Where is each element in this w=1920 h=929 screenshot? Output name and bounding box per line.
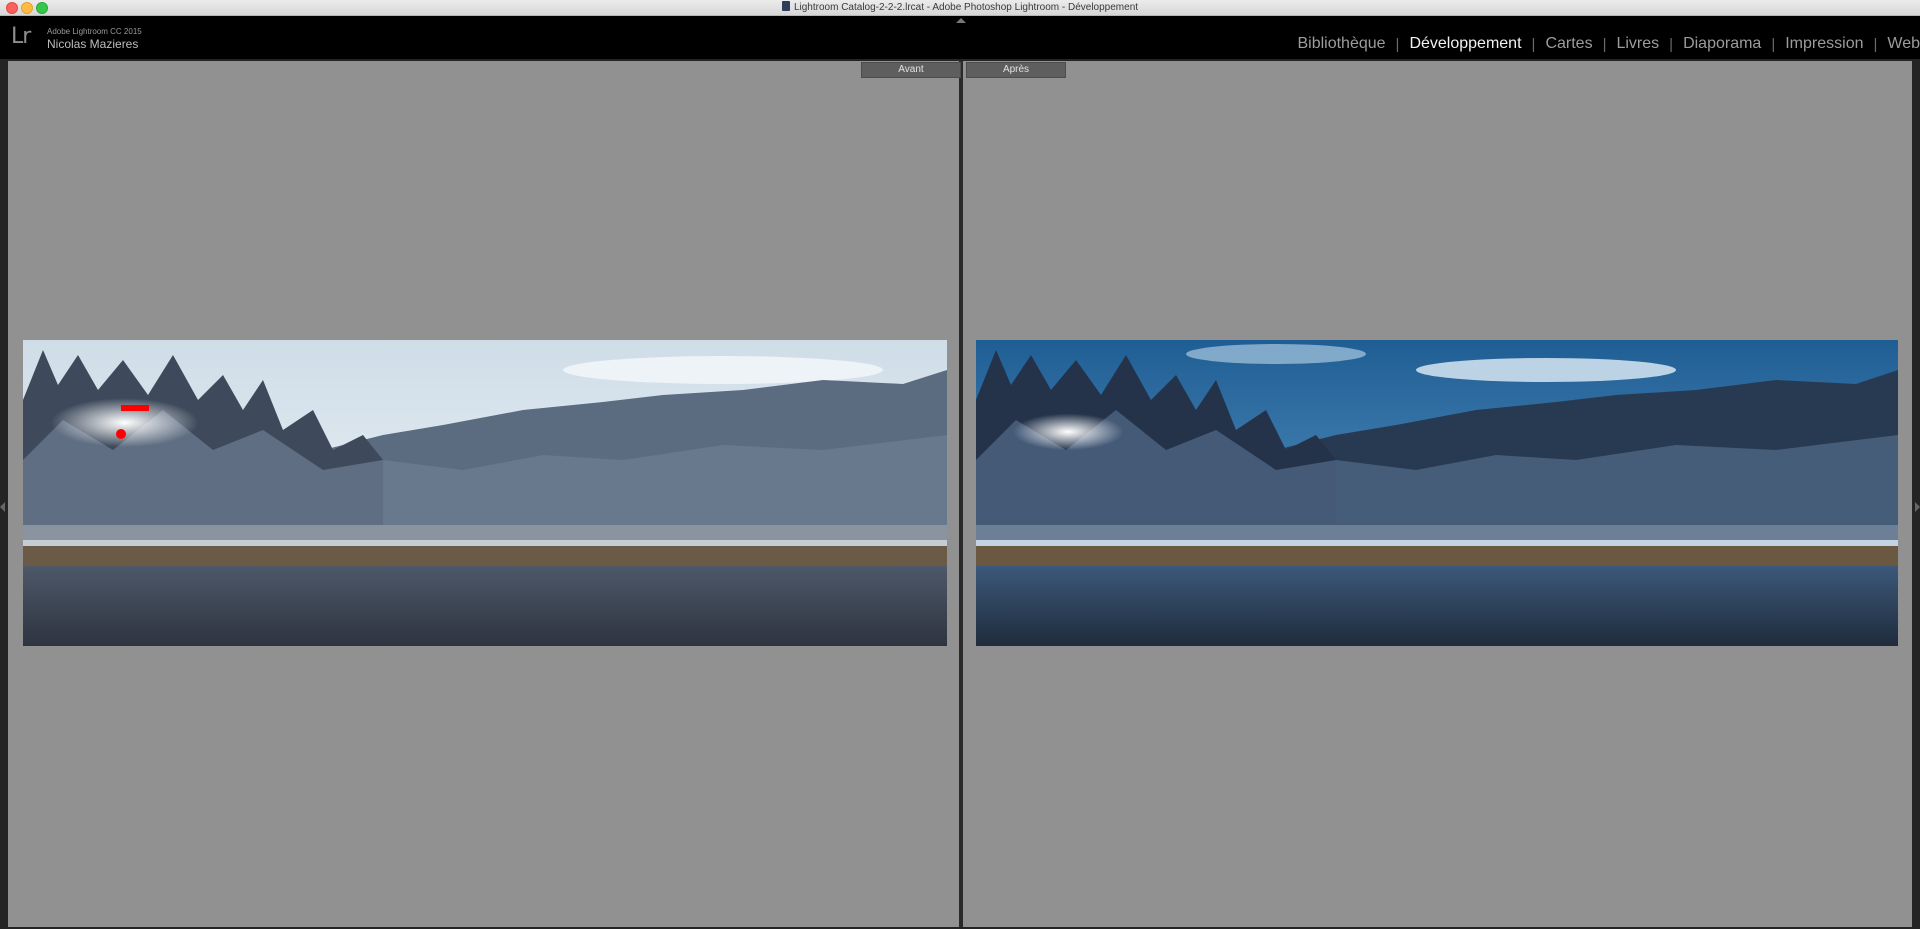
module-bibliotheque[interactable]: Bibliothèque (1297, 35, 1385, 53)
module-developpement[interactable]: Développement (1409, 35, 1521, 53)
module-cartes[interactable]: Cartes (1545, 35, 1592, 53)
catalog-document-icon (781, 1, 790, 11)
module-separator: | (1771, 35, 1776, 53)
module-separator: | (1395, 35, 1400, 53)
user-name: Nicolas Mazieres (47, 37, 139, 51)
module-diaporama[interactable]: Diaporama (1683, 35, 1761, 53)
module-separator: | (1873, 35, 1878, 53)
module-impression[interactable]: Impression (1785, 35, 1863, 53)
module-separator: | (1669, 35, 1674, 53)
module-separator: | (1602, 35, 1607, 53)
top-panel-toggle-icon[interactable] (956, 18, 966, 23)
after-label: Après (966, 62, 1066, 78)
identity-plate: Lr Adobe Lightroom CC 2015 Nicolas Mazie… (0, 16, 1920, 59)
window-title-text: Lightroom Catalog-2-2-2.lrcat - Adobe Ph… (793, 2, 1139, 13)
module-livres[interactable]: Livres (1616, 35, 1659, 53)
module-picker: Bibliothèque | Développement | Cartes | … (1297, 34, 1920, 54)
window-title: Lightroom Catalog-2-2-2.lrcat - Adobe Ph… (0, 1, 1920, 14)
window-titlebar: Lightroom Catalog-2-2-2.lrcat - Adobe Ph… (0, 0, 1920, 16)
before-photo-image (23, 340, 947, 646)
before-label: Avant (861, 62, 961, 78)
right-panel-toggle-icon[interactable] (1915, 502, 1920, 512)
after-photo-image (976, 340, 1898, 646)
product-name: Adobe Lightroom CC 2015 (47, 27, 142, 36)
left-panel-toggle-icon[interactable] (0, 502, 5, 512)
module-separator: | (1531, 35, 1536, 53)
before-photo[interactable] (23, 340, 947, 646)
after-photo[interactable] (976, 340, 1898, 646)
module-web[interactable]: Web (1887, 35, 1920, 53)
lightroom-logo: Lr (11, 24, 31, 49)
